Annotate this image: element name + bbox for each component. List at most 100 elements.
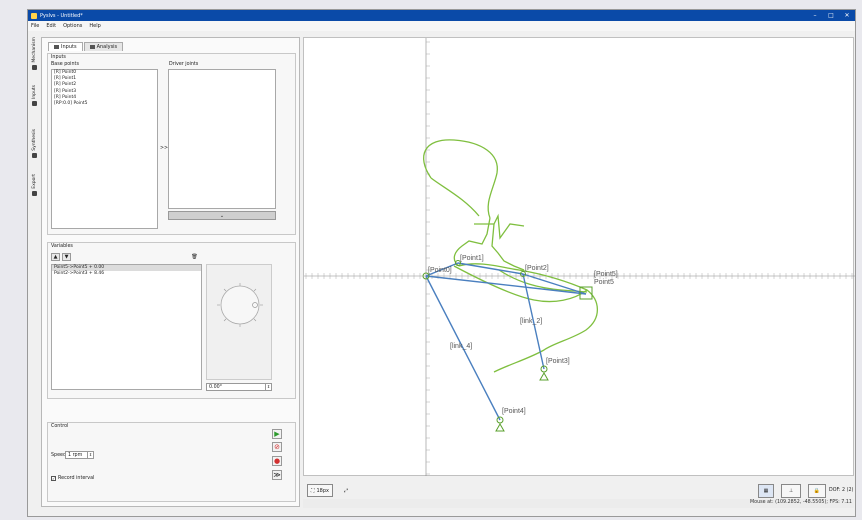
record-label: Record interval [58, 476, 95, 481]
joints [422, 260, 593, 432]
path-curve [453, 265, 588, 303]
window-title: Pyslvs - Untitled* [40, 12, 83, 19]
label-point0: [Point0] [428, 267, 452, 274]
trash-icon: 🗑 [191, 254, 198, 260]
maximize-button[interactable]: □ [823, 12, 839, 19]
zoom-label: 18px [316, 487, 330, 494]
side-tab-inputs[interactable]: Inputs [29, 85, 39, 108]
tab-analysis-label: Analysis [96, 44, 118, 50]
inputs-group-title: Inputs [51, 55, 66, 60]
analysis-tab-icon [89, 45, 95, 49]
canvas-toolbar: ⛶ 18px ⤢ ▦ ⊥ 🔒 DOF: 2 (2) Mouse at: (109… [303, 476, 854, 508]
y-ticks [426, 41, 430, 475]
arrow-up-icon: ▲ [53, 254, 58, 260]
record-interval-option[interactable]: ✓ Record interval [51, 476, 94, 481]
label-point4: [Point4] [502, 408, 526, 415]
menu-edit[interactable]: Edit [46, 23, 56, 29]
spin-arrows-icon[interactable]: ⇕ [265, 384, 271, 390]
path-curve [422, 139, 498, 219]
dof-label: DOF: 2 (2) [829, 488, 854, 493]
speed-spinbox[interactable]: 1 rpm ⇕ [65, 451, 94, 459]
add-driver-arrow[interactable]: >> [160, 146, 168, 151]
angle-dial[interactable] [207, 265, 273, 381]
arrow-down-icon: ▼ [64, 254, 69, 260]
menu-options[interactable]: Options [63, 23, 82, 29]
control-group: Control Speed 1 rpm ⇕ ✓ Record interval … [47, 422, 296, 502]
angle-value: 0.00° [209, 384, 223, 390]
lock-icon: 🔒 [813, 488, 821, 494]
delete-button[interactable]: 🗑 [190, 253, 199, 261]
speed-value: 1 rpm [68, 452, 83, 458]
record-checkbox[interactable]: ✓ [51, 476, 56, 481]
grid-icon: ▦ [763, 488, 769, 494]
stop-button[interactable]: ⊘ [272, 442, 282, 452]
main-window: Pyslvs - Untitled* – □ ✕ File Edit Optio… [27, 9, 856, 517]
side-tab-bar: Mechanism Inputs Synthesis Export [28, 37, 40, 237]
zoom-icon: ⛶ [310, 487, 315, 494]
zoom-to-fit-button[interactable]: ⛶ 18px [307, 484, 333, 497]
export-icon [31, 190, 37, 196]
inputs-panel: Inputs Analysis Inputs Base points Drive… [41, 37, 300, 507]
label-point3: [Point3] [546, 358, 570, 365]
dropdown-button[interactable]: ⌄ [168, 211, 276, 220]
side-tab-export[interactable]: Export [29, 174, 39, 198]
play-icon [31, 101, 37, 106]
step-forward-icon: ≫ [273, 471, 281, 479]
chevron-down-icon: ⌄ [219, 212, 225, 219]
side-tab-mechanism[interactable]: Mechanism [29, 37, 39, 72]
driver-joints-list[interactable] [168, 69, 276, 209]
base-points-list[interactable]: [R] Point0 [R] Point1 [R] Point2 [R] Poi… [51, 69, 158, 229]
inputs-tab-icon [54, 45, 59, 49]
minimize-button[interactable]: – [807, 12, 823, 19]
side-tab-label: Mechanism [31, 37, 37, 63]
record-button[interactable]: ● [272, 456, 282, 466]
play-icon: ▶ [274, 430, 280, 438]
tab-analysis[interactable]: Analysis [83, 42, 124, 51]
ground-symbol-icon [495, 422, 505, 432]
menu-bar: File Edit Options Help [28, 21, 855, 31]
path-curve [491, 223, 525, 271]
app-icon [31, 12, 37, 19]
axis-options-button[interactable]: ⊥ [781, 484, 801, 498]
variables-list[interactable]: Point5->Point5 + 0.00 Point2->Point3 + 8… [51, 264, 202, 390]
label-link4: [link_4] [450, 343, 472, 350]
angle-spinbox[interactable]: 0.00° ⇕ [206, 383, 272, 391]
expand-icon: ⤢ [343, 487, 348, 494]
title-bar: Pyslvs - Untitled* – □ ✕ [28, 10, 855, 21]
driver-joints-label: Driver joints [169, 62, 199, 67]
status-bar: Mouse at: (109.2852, -48.5505); FPS: 7.1… [303, 499, 854, 508]
menu-file[interactable]: File [31, 23, 39, 29]
grid-toggle-button[interactable]: ▦ [758, 484, 774, 498]
move-down-button[interactable]: ▼ [62, 253, 71, 261]
variables-group: Variables ▲ ▼ 🗑 Point5->Point5 + 0.00 Po… [47, 242, 296, 399]
play-button[interactable]: ▶ [272, 429, 282, 439]
fullscreen-button[interactable]: ⤢ [339, 484, 353, 497]
path-curve [430, 177, 480, 217]
label-point5-bracket: [Point5] [594, 271, 618, 278]
tab-inputs-label: Inputs [61, 44, 77, 50]
inputs-group: Inputs Base points Driver joints [R] Poi… [47, 53, 296, 235]
list-item[interactable]: [RP:0.0] Point5 [52, 101, 157, 107]
variables-label: Variables [51, 244, 73, 249]
menu-help[interactable]: Help [89, 23, 100, 29]
list-item[interactable]: Point2->Point3 + 8.46 [52, 271, 201, 277]
side-tab-label: Inputs [31, 85, 37, 99]
move-up-button[interactable]: ▲ [51, 253, 60, 261]
label-point2: [Point2] [525, 265, 549, 272]
mouse-status: Mouse at: (109.2852, -48.5505); FPS: 7.1… [750, 500, 852, 505]
stop-icon: ⊘ [274, 443, 280, 451]
label-point5: Point5 [594, 279, 614, 286]
label-link2: [link_2] [520, 318, 542, 325]
spin-arrows-icon[interactable]: ⇕ [87, 452, 93, 458]
canvas-svg[interactable]: [Point0] [Point1] [Point2] [Point5] Poin… [304, 38, 855, 477]
dial-area [206, 264, 272, 380]
ground-symbol-icon [539, 371, 549, 381]
side-tab-label: Synthesis [31, 129, 37, 151]
mechanism-canvas[interactable]: [Point0] [Point1] [Point2] [Point5] Poin… [303, 37, 855, 477]
close-button[interactable]: ✕ [839, 12, 855, 19]
speed-label: Speed [51, 453, 67, 458]
side-tab-synthesis[interactable]: Synthesis [29, 129, 39, 160]
lock-button[interactable]: 🔒 [808, 484, 826, 498]
step-button[interactable]: ≫ [272, 470, 282, 480]
tab-inputs[interactable]: Inputs [48, 42, 83, 51]
